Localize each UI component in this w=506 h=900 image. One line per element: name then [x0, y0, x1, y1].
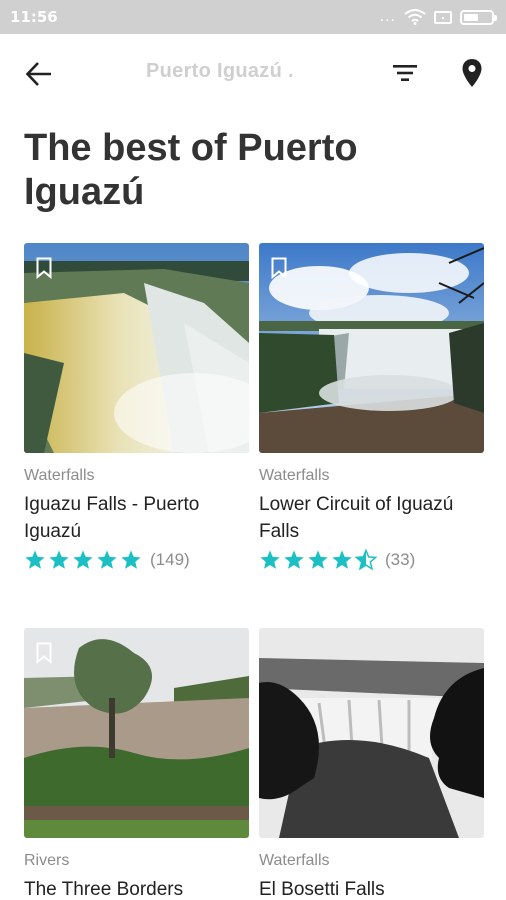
- star-half-icon: [355, 549, 377, 571]
- rating: (149): [24, 549, 249, 571]
- bookmark-icon[interactable]: [36, 642, 52, 664]
- status-time: 11:56: [10, 8, 58, 26]
- star-icon: [260, 550, 280, 569]
- river-photo: [24, 628, 249, 838]
- star-icon: [97, 550, 117, 569]
- status-icons: ...: [379, 8, 497, 26]
- waterfall-photo: [259, 243, 484, 453]
- card-image[interactable]: [24, 243, 249, 453]
- attraction-card[interactable]: Waterfalls El Bosetti Falls: [259, 628, 484, 900]
- filter-icon[interactable]: [392, 62, 418, 84]
- card-category: Waterfalls: [259, 852, 330, 869]
- card-title[interactable]: The Three Borders: [24, 876, 249, 900]
- card-image[interactable]: [24, 628, 249, 838]
- status-bar: 11:56 ...: [0, 0, 506, 34]
- card-image[interactable]: [259, 628, 484, 838]
- back-arrow-icon[interactable]: [24, 60, 54, 88]
- battery-icon: [460, 9, 497, 25]
- card-title[interactable]: Iguazu Falls - Puerto Iguazú: [24, 491, 249, 545]
- card-category: Rivers: [24, 852, 70, 869]
- bookmark-icon[interactable]: [271, 257, 287, 279]
- attraction-card[interactable]: Waterfalls Lower Circuit of Iguazú Falls…: [259, 243, 484, 571]
- star-icon: [49, 550, 69, 569]
- bookmark-icon[interactable]: [36, 257, 52, 279]
- wifi-icon: [404, 9, 426, 25]
- waterfall-photo: [259, 628, 484, 838]
- star-icon: [308, 550, 328, 569]
- rating: (33): [259, 549, 484, 571]
- star-icon: [73, 550, 93, 569]
- star-icon: [121, 550, 141, 569]
- card-category: Waterfalls: [24, 467, 95, 484]
- status-dots: ...: [379, 8, 396, 25]
- card-title[interactable]: El Bosetti Falls: [259, 876, 484, 900]
- card-image[interactable]: [259, 243, 484, 453]
- page-title: The best of Puerto Iguazú: [24, 127, 358, 213]
- toolbar-title: Puerto Iguazú .: [146, 60, 294, 82]
- star-icon: [25, 550, 45, 569]
- toolbar: Puerto Iguazú .: [0, 34, 506, 114]
- attraction-card[interactable]: Rivers The Three Borders: [24, 628, 249, 900]
- rating-count: (149): [150, 550, 190, 569]
- card-category: Waterfalls: [259, 467, 330, 484]
- rating-count: (33): [385, 550, 416, 569]
- attraction-card[interactable]: Waterfalls Iguazu Falls - Puerto Iguazú …: [24, 243, 249, 571]
- star-icon: [332, 550, 352, 569]
- star-icon: [284, 550, 304, 569]
- waterfall-photo: [24, 243, 249, 453]
- card-title[interactable]: Lower Circuit of Iguazú Falls: [259, 491, 484, 545]
- sim-icon: [434, 10, 452, 24]
- map-pin-icon[interactable]: [461, 58, 483, 88]
